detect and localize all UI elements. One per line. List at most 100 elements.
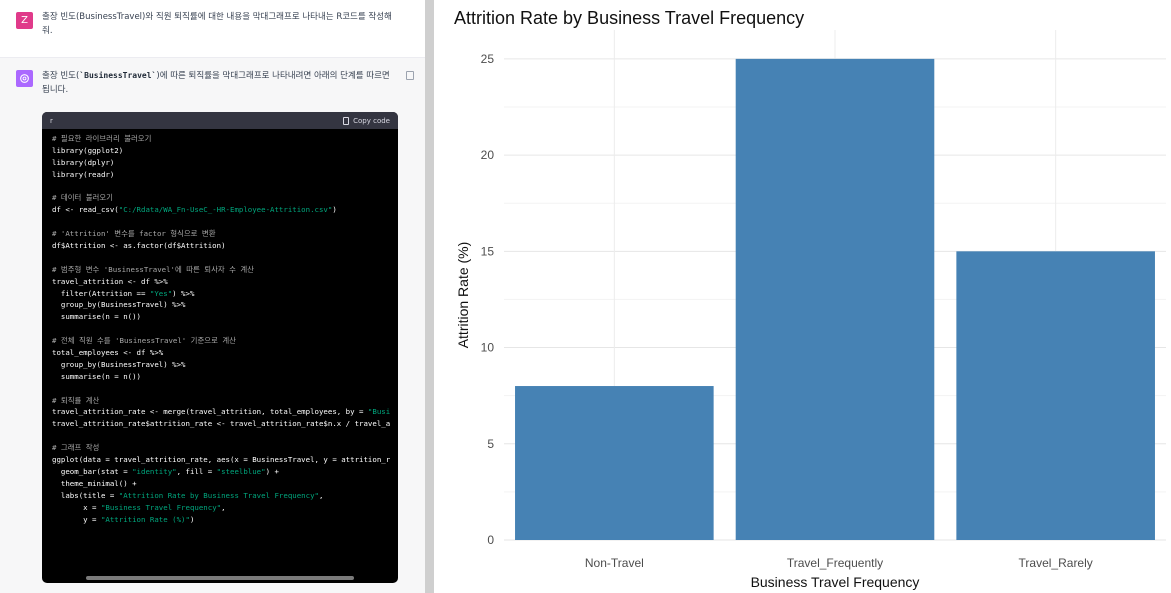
clipboard-icon (343, 116, 350, 125)
code-line: travel_attrition_rate$attrition_rate <- … (52, 418, 398, 430)
code-text: filter(Attrition == (52, 288, 150, 298)
y-tick-label: 20 (481, 148, 495, 162)
y-axis-label: Attrition Rate (%) (455, 242, 471, 349)
copy-code-label: Copy code (353, 116, 390, 125)
code-string: "identity" (132, 466, 177, 476)
code-text: library(dplyr) (52, 157, 115, 167)
y-tick-label: 10 (481, 341, 495, 355)
y-tick-label: 15 (481, 244, 495, 258)
code-line: ggplot(data = travel_attrition_rate, aes… (52, 454, 398, 466)
code-line: df$Attrition <- as.factor(df$Attrition) (52, 240, 398, 252)
code-text: # 데이터 불러오기 (52, 193, 113, 203)
code-string: "Busi (367, 407, 391, 417)
code-text: # 범주형 변수 'BusinessTravel'에 따른 퇴사자 수 계산 (52, 264, 254, 274)
assistant-logo-icon (16, 70, 33, 87)
code-comment-line: # 범주형 변수 'BusinessTravel'에 따른 퇴사자 수 계산 (52, 264, 398, 276)
code-horizontal-scrollbar[interactable] (86, 576, 354, 580)
code-comment-line: # 퇴직률 계산 (52, 395, 398, 407)
code-text: ggplot(data = travel_attrition_rate, aes… (52, 455, 391, 465)
code-body[interactable]: # 필요한 라이브러리 불러오기 library(ggplot2) library(… (42, 129, 398, 525)
code-comment-line: # 필요한 라이브러리 불러오기 (52, 133, 398, 145)
code-comment-line: # 'Attrition' 변수를 factor 형식으로 변환 (52, 228, 398, 240)
chart-title: Attrition Rate by Business Travel Freque… (454, 8, 804, 28)
code-line: travel_attrition_rate <- merge(travel_at… (52, 406, 398, 418)
assistant-intro-text: 출장 빈도(`BusinessTravel`)에 따른 퇴직률을 막대그래프로 … (42, 69, 394, 97)
code-line: group_by(BusinessTravel) %>% (52, 359, 398, 371)
code-text: df$Attrition <- as.factor(df$Attrition) (52, 241, 226, 251)
code-line: library(readr) (52, 169, 398, 181)
y-tick-label: 25 (481, 52, 495, 66)
code-line: df <- read_csv("C:/Rdata/WA_Fn-UseC_-HR-… (52, 204, 398, 216)
code-text: # 그래프 작성 (52, 443, 100, 453)
code-string: "C:/Rdata/WA_Fn-UseC_-HR-Employee-Attrit… (118, 205, 333, 215)
x-tick-label: Travel_Rarely (1019, 556, 1093, 570)
code-language-label: r (50, 116, 53, 125)
user-message-text: 출장 빈도(BusinessTravel)와 직원 퇴직률에 대한 내용을 막대… (42, 12, 392, 36)
code-text: df <- read_csv( (52, 205, 119, 215)
code-text: travel_attrition_rate <- merge(travel_at… (52, 407, 368, 417)
code-line: library(dplyr) (52, 157, 398, 169)
code-text: , (318, 490, 324, 500)
code-text: summarise(n = n()) (52, 371, 141, 381)
x-axis-label: Business Travel Frequency (751, 574, 920, 590)
code-text: geom_bar(stat = (52, 466, 133, 476)
y-tick-label: 0 (487, 533, 494, 547)
chat-panel: Z 출장 빈도(BusinessTravel)와 직원 퇴직률에 대한 내용을 … (0, 0, 425, 593)
copy-message-icon[interactable] (406, 71, 414, 80)
user-avatar: Z (16, 12, 33, 29)
code-text: # 퇴직률 계산 (52, 395, 100, 405)
code-line: summarise(n = n()) (52, 371, 398, 383)
code-text: , fill = (176, 466, 217, 476)
code-text: # 'Attrition' 변수를 factor 형식으로 변환 (52, 229, 216, 239)
code-line: labs(title = "Attrition Rate by Business… (52, 490, 398, 502)
code-text: library(ggplot2) (52, 145, 124, 155)
y-tick-label: 5 (487, 437, 494, 451)
code-string: "steelblue" (216, 466, 266, 476)
code-line: group_by(BusinessTravel) %>% (52, 299, 398, 311)
code-line: library(ggplot2) (52, 145, 398, 157)
code-line: travel_attrition <- df %>% (52, 276, 398, 288)
code-string: "Business Travel Frequency" (100, 502, 222, 512)
bar-travel-frequently (735, 58, 935, 541)
code-line: x = "Business Travel Frequency", (52, 502, 398, 514)
bar-non-travel (515, 386, 714, 540)
code-comment-line: # 데이터 불러오기 (52, 192, 398, 204)
user-message-row: Z 출장 빈도(BusinessTravel)와 직원 퇴직률에 대한 내용을 … (0, 0, 425, 58)
code-text: # 전체 직원 수를 'BusinessTravel' 기준으로 계산 (52, 336, 236, 346)
code-text: , (221, 502, 226, 512)
code-text: travel_attrition_rate$attrition_rate <- … (52, 419, 391, 429)
code-string: "Attrition Rate (%)" (100, 514, 190, 524)
code-header: r Copy code (42, 112, 398, 129)
code-string: "Yes" (149, 288, 173, 298)
code-text: group_by(BusinessTravel) %>% (52, 300, 186, 310)
intro-pre: 출장 빈도( (42, 71, 80, 81)
copy-code-button[interactable]: Copy code (343, 116, 390, 125)
code-text: total_employees <- df %>% (52, 348, 164, 358)
assistant-message-row: 출장 빈도(`BusinessTravel`)에 따른 퇴직률을 막대그래프로 … (0, 58, 425, 593)
code-text: summarise(n = n()) (52, 312, 141, 322)
code-comment-line: # 전체 직원 수를 'BusinessTravel' 기준으로 계산 (52, 335, 398, 347)
code-text: ) + (265, 466, 279, 476)
code-text: ) (189, 514, 195, 524)
x-tick-label: Non-Travel (585, 556, 644, 570)
code-string: "Attrition Rate by Business Travel Frequ… (118, 490, 319, 500)
code-text: ) (332, 205, 337, 215)
code-line: summarise(n = n()) (52, 311, 398, 323)
code-line: theme_minimal() + (52, 478, 398, 490)
code-text: y = (52, 514, 101, 524)
code-line: y = "Attrition Rate (%)") (52, 514, 398, 526)
code-text: theme_minimal() + (52, 478, 137, 488)
intro-code: `BusinessTravel` (79, 71, 157, 80)
x-tick-label: Travel_Frequently (787, 556, 883, 570)
code-text: ) %>% (172, 288, 195, 298)
code-line: filter(Attrition == "Yes") %>% (52, 288, 398, 300)
bar-chart: 0 5 10 15 20 25 Non-Travel Travel_Frequently Tra… (454, 8, 1166, 590)
code-text: # 필요한 라이브러리 불러오기 (52, 134, 152, 143)
code-text: x = (52, 502, 101, 512)
